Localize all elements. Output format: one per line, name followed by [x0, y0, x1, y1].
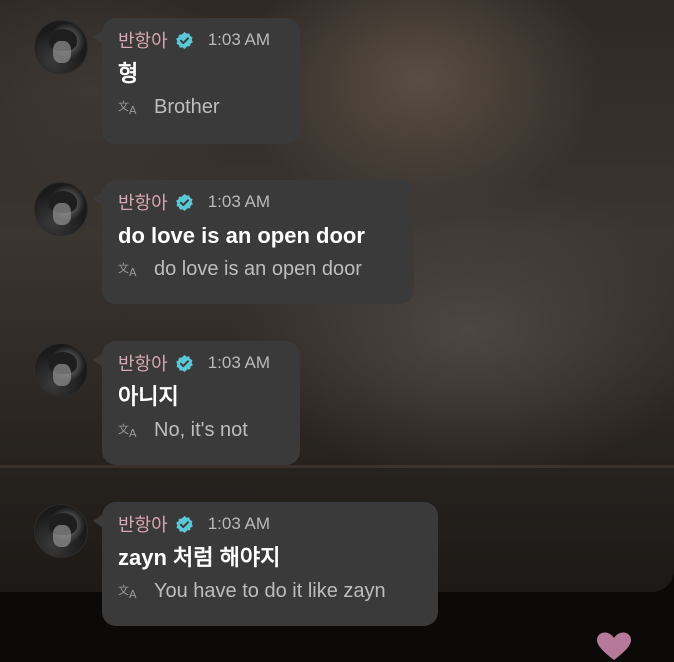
- timestamp: 1:03 AM: [207, 192, 271, 211]
- svg-text:文: 文: [118, 99, 129, 113]
- svg-text:A: A: [129, 266, 137, 279]
- translate-icon: 文A: [118, 422, 137, 440]
- verified-badge-icon: [175, 31, 193, 49]
- heart-icon[interactable]: [596, 632, 632, 662]
- translate-icon: 文A: [118, 583, 137, 601]
- translation-text: do love is an open door: [154, 257, 362, 280]
- message-bubble: 반항아 1:03 AM do love is an open door 文A d…: [93, 180, 414, 304]
- svg-text:A: A: [129, 427, 137, 440]
- verified-badge-icon: [175, 193, 193, 211]
- author-name[interactable]: 반항아: [118, 511, 168, 537]
- timestamp: 1:03 AM: [207, 514, 271, 533]
- translation-text: No, it's not: [154, 418, 248, 441]
- svg-text:A: A: [129, 104, 137, 117]
- translate-icon: 文A: [118, 99, 137, 117]
- svg-text:文: 文: [118, 422, 129, 436]
- avatar[interactable]: [34, 182, 88, 236]
- message-text: 형: [118, 61, 139, 86]
- timestamp: 1:03 AM: [207, 30, 271, 49]
- author-name[interactable]: 반항아: [118, 189, 168, 215]
- message-bubble: 반항아 1:03 AM 형 文A Brother: [93, 18, 300, 144]
- timestamp: 1:03 AM: [207, 353, 271, 372]
- message-bubble: 반항아 1:03 AM 아니지 文A No, it's not: [93, 341, 300, 465]
- author-name[interactable]: 반항아: [118, 27, 168, 53]
- svg-text:A: A: [129, 588, 137, 601]
- translation-text: You have to do it like zayn: [154, 579, 386, 602]
- avatar[interactable]: [34, 20, 88, 74]
- message-text: zayn 처럼 해야지: [118, 545, 281, 570]
- translation-text: Brother: [154, 95, 220, 118]
- author-name[interactable]: 반항아: [118, 350, 168, 376]
- translate-icon: 文A: [118, 261, 137, 279]
- avatar[interactable]: [34, 504, 88, 558]
- message-bubble: 반항아 1:03 AM zayn 처럼 해야지 文A You have to d…: [93, 502, 438, 626]
- message-text: 아니지: [118, 384, 179, 409]
- avatar[interactable]: [34, 343, 88, 397]
- svg-text:文: 文: [118, 261, 129, 275]
- verified-badge-icon: [175, 354, 193, 372]
- verified-badge-icon: [175, 515, 193, 533]
- message-text: do love is an open door: [118, 223, 365, 248]
- svg-text:文: 文: [118, 583, 129, 597]
